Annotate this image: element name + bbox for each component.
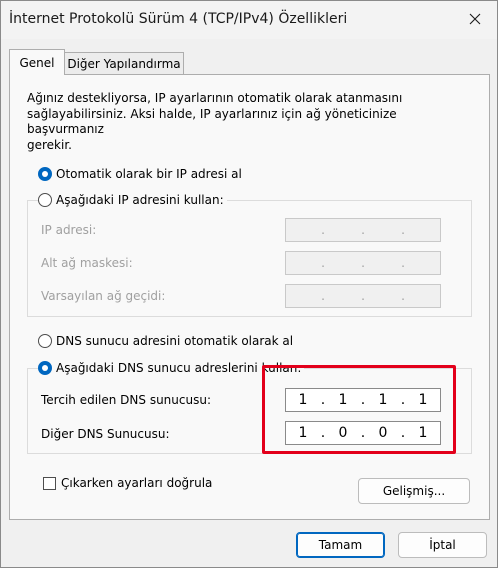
default-gateway-label: Varsayılan ağ geçidi: [41,289,166,303]
radio-auto-dns[interactable]: DNS sunucu adresini otomatik olarak al [38,334,293,348]
alternate-dns-input[interactable]: 1. 0. 0. 1 [285,421,441,445]
radio-auto-ip-indicator[interactable] [38,167,52,181]
preferred-dns-input[interactable]: 1. 1. 1. 1 [285,388,441,412]
validate-settings-label: Çıkarken ayarları doğrula [61,476,213,490]
alternate-dns-label: Diğer DNS Sunucusu: [41,427,170,441]
advanced-button-label: Gelişmiş... [382,484,446,498]
validate-settings-checkbox[interactable]: Çıkarken ayarları doğrula [43,476,212,490]
close-icon [469,13,481,25]
window-title: İnternet Protokolü Sürüm 4 (TCP/IPv4) Öz… [9,11,348,27]
close-button[interactable] [453,1,497,37]
radio-manual-ip-label: Aşağıdaki IP adresini kullan: [56,193,224,207]
subnet-mask-input[interactable]: ... [285,251,441,275]
ip-address-input[interactable]: ... [285,218,441,242]
radio-auto-dns-indicator[interactable] [38,334,52,348]
radio-manual-dns-indicator[interactable] [38,361,52,375]
ok-button[interactable]: Tamam [296,532,385,558]
radio-manual-ip[interactable]: Aşağıdaki IP adresini kullan: [38,193,227,207]
dialog-window: İnternet Protokolü Sürüm 4 (TCP/IPv4) Öz… [0,0,498,568]
radio-auto-dns-label: DNS sunucu adresini otomatik olarak al [56,334,294,348]
description-text: Ağınız destekliyorsa, IP ayarlarının oto… [27,91,403,152]
radio-manual-dns[interactable]: Aşağıdaki DNS sunucu adreslerini kullan: [38,361,305,375]
subnet-mask-label: Alt ağ maskesi: [41,256,133,270]
radio-auto-ip-label: Otomatik olarak bir IP adresi al [56,167,242,181]
tab-other-configuration-label: Diğer Yapılandırma [67,56,181,71]
ip-address-label: IP adresi: [41,223,97,237]
radio-auto-ip[interactable]: Otomatik olarak bir IP adresi al [38,167,242,181]
radio-manual-dns-label: Aşağıdaki DNS sunucu adreslerini kullan: [56,361,302,375]
tab-general[interactable]: Genel [9,49,65,75]
cancel-button-label: İptal [429,538,456,552]
preferred-dns-label: Tercih edilen DNS sunucusu: [41,393,211,407]
cancel-button[interactable]: İptal [398,532,487,558]
tab-general-label: Genel [19,55,55,70]
advanced-button[interactable]: Gelişmiş... [358,478,470,504]
ok-button-label: Tamam [318,538,363,552]
validate-settings-box[interactable] [43,476,56,490]
tab-other-configuration[interactable]: Diğer Yapılandırma [64,52,184,74]
radio-manual-ip-indicator[interactable] [38,193,52,207]
default-gateway-input[interactable]: ... [285,284,441,308]
title-bar: İnternet Protokolü Sürüm 4 (TCP/IPv4) Öz… [1,1,497,39]
